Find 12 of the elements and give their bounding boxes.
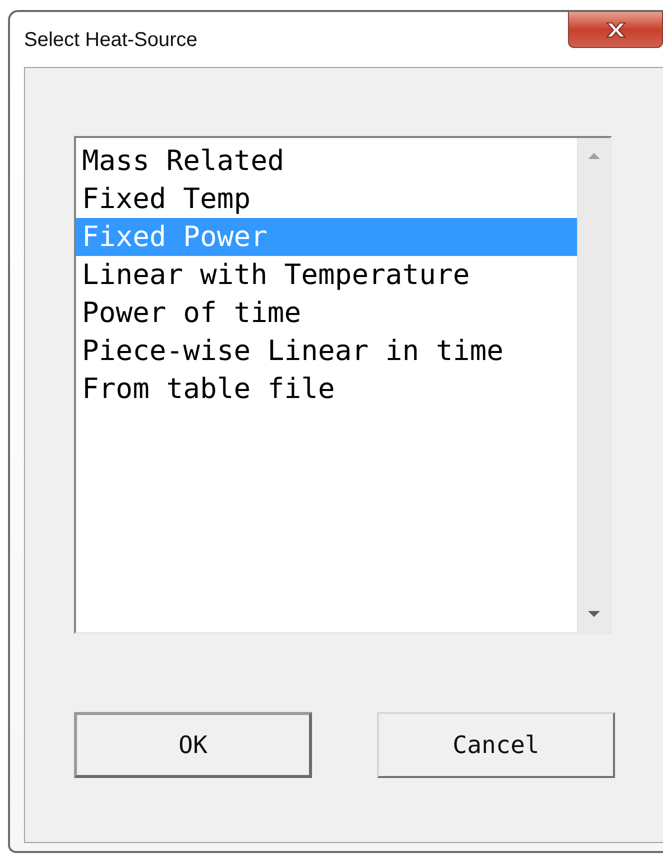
list-item[interactable]: Mass Related: [76, 142, 577, 180]
list-item[interactable]: Linear with Temperature: [76, 256, 577, 294]
list-item[interactable]: Piece-wise Linear in time: [76, 332, 577, 370]
list-item[interactable]: Power of time: [76, 294, 577, 332]
scroll-bar[interactable]: [577, 138, 610, 632]
cancel-button[interactable]: Cancel: [377, 712, 615, 778]
scroll-down-icon[interactable]: [587, 610, 601, 618]
close-button[interactable]: [568, 12, 663, 48]
list-item[interactable]: Fixed Temp: [76, 180, 577, 218]
ok-button[interactable]: OK: [74, 712, 312, 778]
list-item[interactable]: From table file: [76, 370, 577, 408]
window-title: Select Heat-Source: [24, 29, 198, 52]
